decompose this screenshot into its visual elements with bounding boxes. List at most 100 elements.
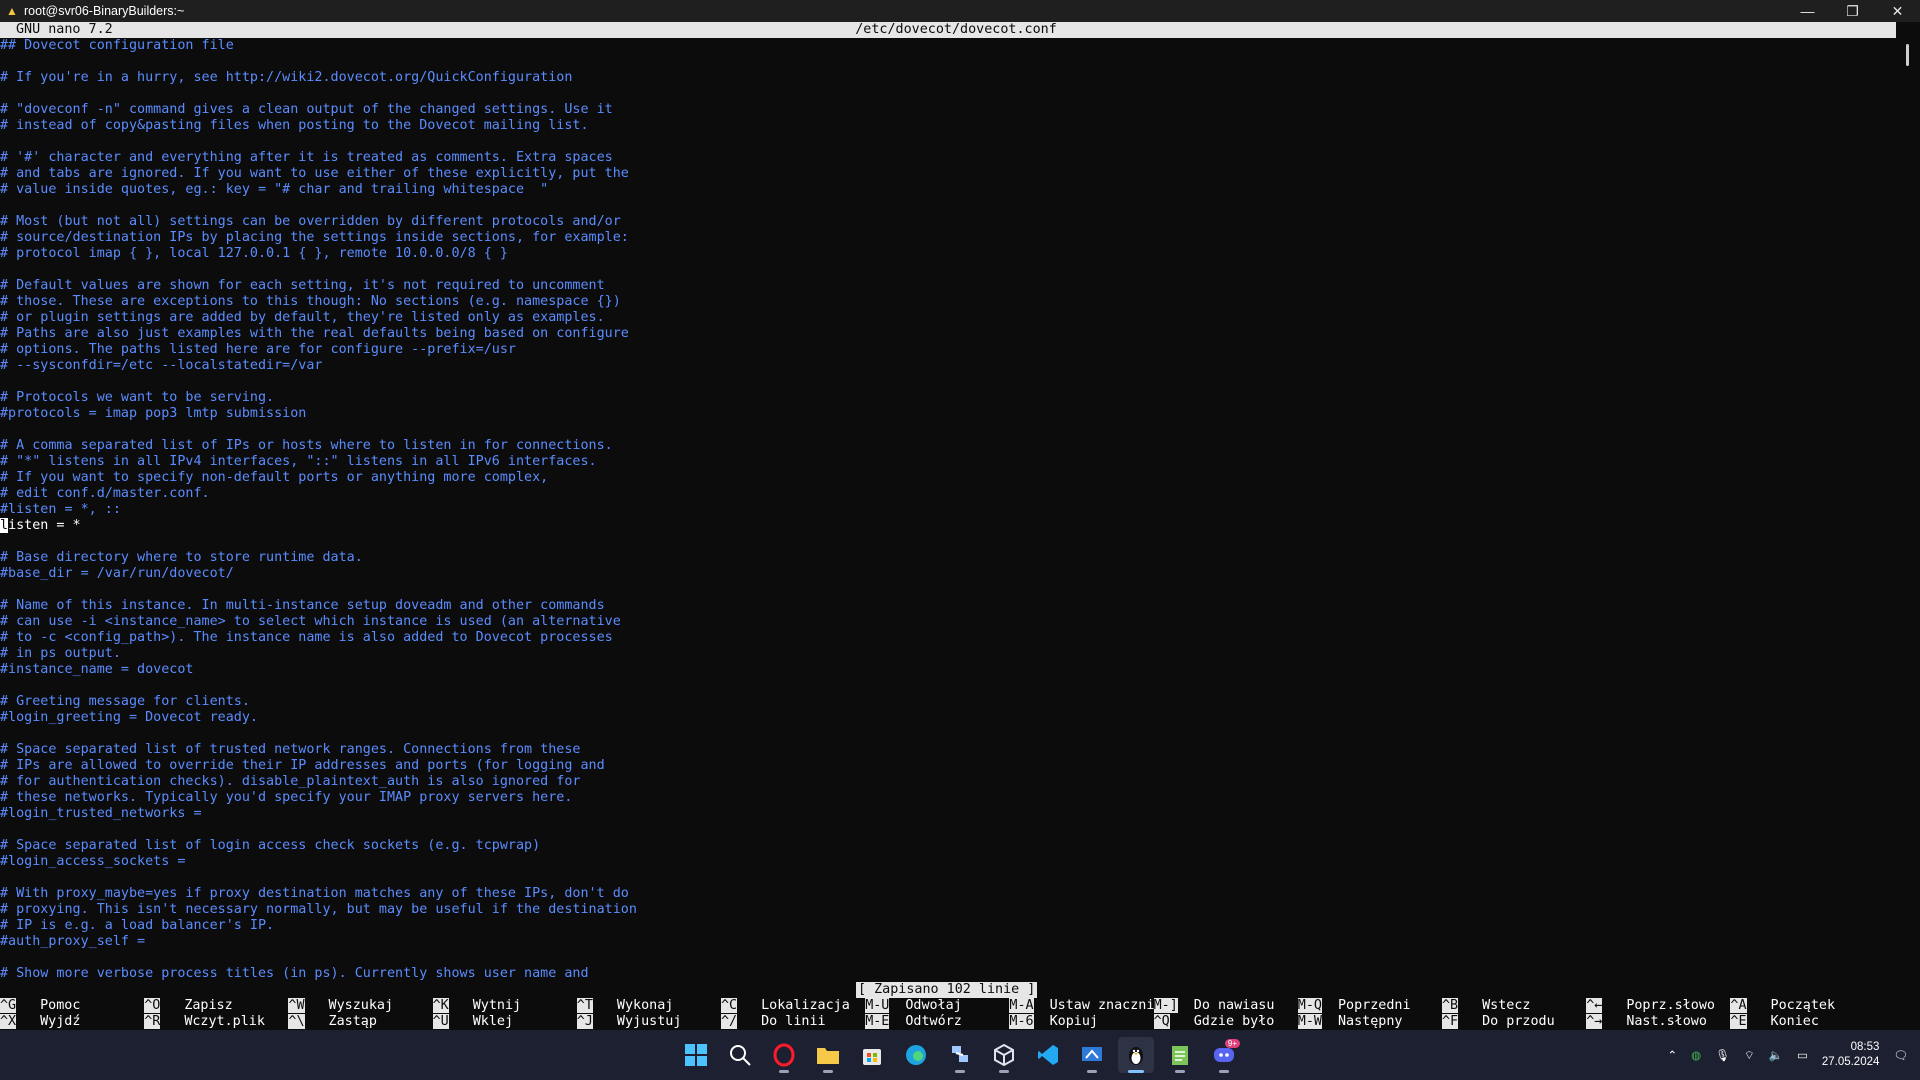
editor-line[interactable]: # Greeting message for clients. [0,694,1896,710]
store-button[interactable] [854,1037,890,1073]
notepad-button[interactable] [1162,1037,1198,1073]
vscode-button[interactable] [1030,1037,1066,1073]
terminal-area[interactable]: GNU nano 7.2 /etc/dovecot/dovecot.conf #… [0,22,1896,1030]
editor-content[interactable]: ## Dovecot configuration file # If you're… [0,38,1896,982]
start-button[interactable] [678,1037,714,1073]
editor-line[interactable]: # those. These are exceptions to this th… [0,294,1896,310]
shortcut-item[interactable]: ^C Lokalizacja [721,998,850,1014]
chevron-up-icon[interactable]: ⌃ [1668,1048,1678,1062]
editor-line[interactable]: # '#' character and everything after it … [0,150,1896,166]
editor-line[interactable]: ## Dovecot configuration file [0,38,1896,54]
editor-line[interactable]: # Default values are shown for each sett… [0,278,1896,294]
shortcut-item[interactable]: ^G Pomoc [0,998,80,1014]
notification-icon[interactable]: 🗨 [1893,1048,1908,1062]
editor-line[interactable]: # proxying. This isn't necessary normall… [0,902,1896,918]
shortcut-item[interactable]: ^R Wczyt.plik [144,1014,265,1030]
editor-line[interactable]: # or plugin settings are added by defaul… [0,310,1896,326]
editor-line[interactable]: # to -c <config_path>). The instance nam… [0,630,1896,646]
editor-line[interactable] [0,86,1896,102]
shortcut-item[interactable]: M-6 Kopiuj [1009,1014,1098,1030]
file-explorer-button[interactable] [810,1037,846,1073]
editor-line[interactable]: # "*" listens in all IPv4 interfaces, ":… [0,454,1896,470]
editor-line[interactable]: #protocols = imap pop3 lmtp submission [0,406,1896,422]
opera-button[interactable] [766,1037,802,1073]
status-dot-icon[interactable]: ◍ [1691,1048,1701,1062]
remote-desktop-button[interactable] [1074,1037,1110,1073]
shortcut-item[interactable]: ^/ Do linii [721,1014,826,1030]
editor-line[interactable] [0,134,1896,150]
shortcut-item[interactable]: ^\ Zastąp [288,1014,377,1030]
microphone-icon[interactable]: 🎙 [1715,1048,1730,1062]
editor-line[interactable] [0,726,1896,742]
shortcut-item[interactable]: ^O Zapisz [144,998,233,1014]
terminal-scrollbar[interactable] [1896,22,1920,1028]
editor-line[interactable]: # instead of copy&pasting files when pos… [0,118,1896,134]
search-button[interactable] [722,1037,758,1073]
editor-line[interactable]: #instance_name = dovecot [0,662,1896,678]
editor-line[interactable]: # value inside quotes, eg.: key = "# cha… [0,182,1896,198]
editor-line[interactable]: # Base directory where to store runtime … [0,550,1896,566]
editor-line[interactable]: # Space separated list of trusted networ… [0,742,1896,758]
editor-line[interactable]: # and tabs are ignored. If you want to u… [0,166,1896,182]
editor-line[interactable] [0,198,1896,214]
shortcut-item[interactable]: M-Q Poprzedni [1297,998,1411,1014]
editor-line[interactable] [0,870,1896,886]
editor-line[interactable] [0,678,1896,694]
shortcut-item[interactable]: ^F Do przodu [1442,1014,1555,1030]
editor-line[interactable]: # protocol imap { }, local 127.0.0.1 { }… [0,246,1896,262]
editor-line[interactable]: # --sysconfdir=/etc --localstatedir=/var [0,358,1896,374]
discord-button[interactable]: 9+ [1206,1037,1242,1073]
close-button[interactable]: ✕ [1875,3,1920,20]
editor-line[interactable] [0,374,1896,390]
terminal-button[interactable] [1118,1037,1154,1073]
maximize-button[interactable]: ❐ [1830,3,1875,20]
editor-line[interactable]: # these networks. Typically you'd specif… [0,790,1896,806]
editor-line[interactable]: # source/destination IPs by placing the … [0,230,1896,246]
shortcut-item[interactable]: ^U Wklej [432,1014,513,1030]
editor-line[interactable]: # edit conf.d/master.conf. [0,486,1896,502]
editor-line[interactable]: #login_trusted_networks = [0,806,1896,822]
shortcut-item[interactable]: ^B Wstecz [1442,998,1531,1014]
editor-line[interactable]: # Paths are also just examples with the … [0,326,1896,342]
editor-line[interactable]: # If you're in a hurry, see http://wiki2… [0,70,1896,86]
shortcut-item[interactable]: M-A Ustaw znacznik [1009,998,1162,1014]
network-tool-button[interactable] [942,1037,978,1073]
shortcut-item[interactable]: M-U Odwołaj [865,998,962,1014]
editor-line[interactable]: #auth_proxy_self = [0,934,1896,950]
editor-line[interactable]: # IPs are allowed to override their IP a… [0,758,1896,774]
editor-line[interactable]: # Show more verbose process titles (in p… [0,966,1896,982]
editor-line[interactable]: # If you want to specify non-default por… [0,470,1896,486]
shortcut-item[interactable]: ^T Wykonaj [576,998,673,1014]
editor-line[interactable]: # IP is e.g. a load balancer's IP. [0,918,1896,934]
shortcut-item[interactable]: ^← Poprz.słowo [1586,998,1715,1014]
editor-line[interactable] [0,54,1896,70]
editor-line[interactable] [0,422,1896,438]
shortcut-item[interactable]: M-] Do nawiasu [1153,998,1274,1014]
editor-line[interactable] [0,582,1896,598]
shortcut-item[interactable]: M-E Odtwórz [865,1014,962,1030]
editor-line[interactable]: listen = * [0,518,1896,534]
editor-line[interactable]: # Protocols we want to be serving. [0,390,1896,406]
minimize-button[interactable]: — [1785,3,1830,19]
editor-line[interactable]: # in ps output. [0,646,1896,662]
editor-line[interactable]: # With proxy_maybe=yes if proxy destinat… [0,886,1896,902]
shortcut-item[interactable]: ^K Wytnij [432,998,521,1014]
editor-line[interactable]: # can use -i <instance_name> to select w… [0,614,1896,630]
editor-line[interactable]: # Name of this instance. In multi-instan… [0,598,1896,614]
wifi-icon[interactable]: ⌔ [1744,1048,1755,1063]
editor-line[interactable]: #listen = *, :: [0,502,1896,518]
editor-line[interactable]: # for authentication checks). disable_pl… [0,774,1896,790]
volume-icon[interactable]: 🔈 [1769,1048,1783,1062]
editor-line[interactable]: #base_dir = /var/run/dovecot/ [0,566,1896,582]
clock[interactable]: 08:53 27.05.2024 [1822,1040,1880,1070]
editor-line[interactable]: # A comma separated list of IPs or hosts… [0,438,1896,454]
editor-line[interactable]: #login_access_sockets = [0,854,1896,870]
editor-line[interactable] [0,534,1896,550]
edge-button[interactable] [898,1037,934,1073]
battery-icon[interactable]: ▭ [1797,1048,1808,1062]
editor-line[interactable]: # Space separated list of login access c… [0,838,1896,854]
editor-line[interactable]: #login_greeting = Dovecot ready. [0,710,1896,726]
shortcut-item[interactable]: ^Q Gdzie było [1153,1014,1274,1030]
shortcut-item[interactable]: ^→ Nast.słowo [1586,1014,1707,1030]
editor-line[interactable]: # Most (but not all) settings can be ove… [0,214,1896,230]
